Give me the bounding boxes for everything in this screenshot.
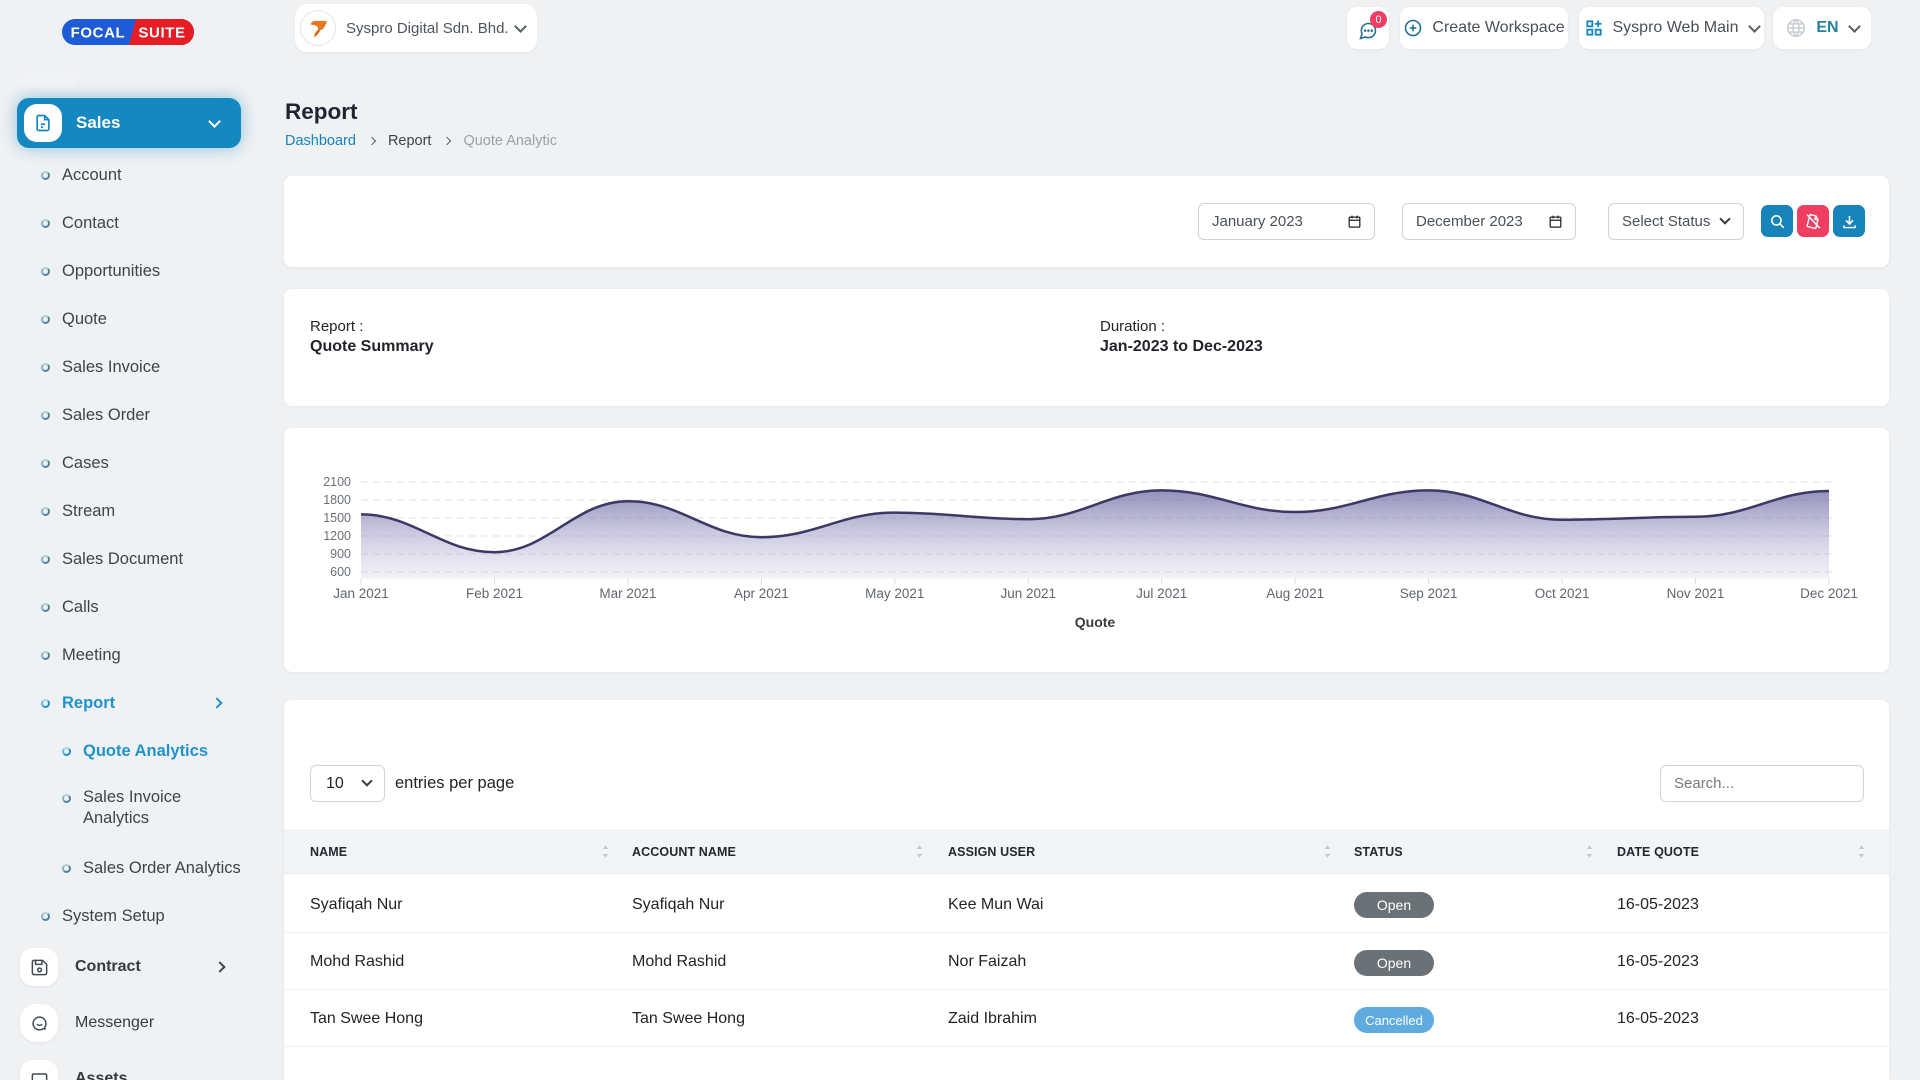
svg-text:Quote: Quote [1075,614,1116,630]
svg-text:Dec 2021: Dec 2021 [1800,586,1858,601]
svg-text:Sep 2021: Sep 2021 [1400,586,1458,601]
svg-text:1500: 1500 [323,511,351,525]
svg-text:FOCAL: FOCAL [71,25,126,42]
svg-text:Nov 2021: Nov 2021 [1667,586,1725,601]
svg-text:2100: 2100 [323,475,351,489]
svg-text:Aug 2021: Aug 2021 [1266,586,1324,601]
svg-text:Apr 2021: Apr 2021 [734,586,789,601]
svg-text:SUITE: SUITE [138,25,185,42]
svg-text:Jan 2021: Jan 2021 [333,586,389,601]
svg-text:Feb 2021: Feb 2021 [466,586,523,601]
svg-text:Oct 2021: Oct 2021 [1535,586,1590,601]
svg-text:May 2021: May 2021 [865,586,924,601]
svg-text:600: 600 [330,565,351,579]
svg-text:900: 900 [330,547,351,561]
svg-text:Jun 2021: Jun 2021 [1001,586,1057,601]
svg-text:Jul 2021: Jul 2021 [1136,586,1187,601]
svg-text:1800: 1800 [323,493,351,507]
svg-text:Mar 2021: Mar 2021 [599,586,656,601]
svg-text:1200: 1200 [323,529,351,543]
